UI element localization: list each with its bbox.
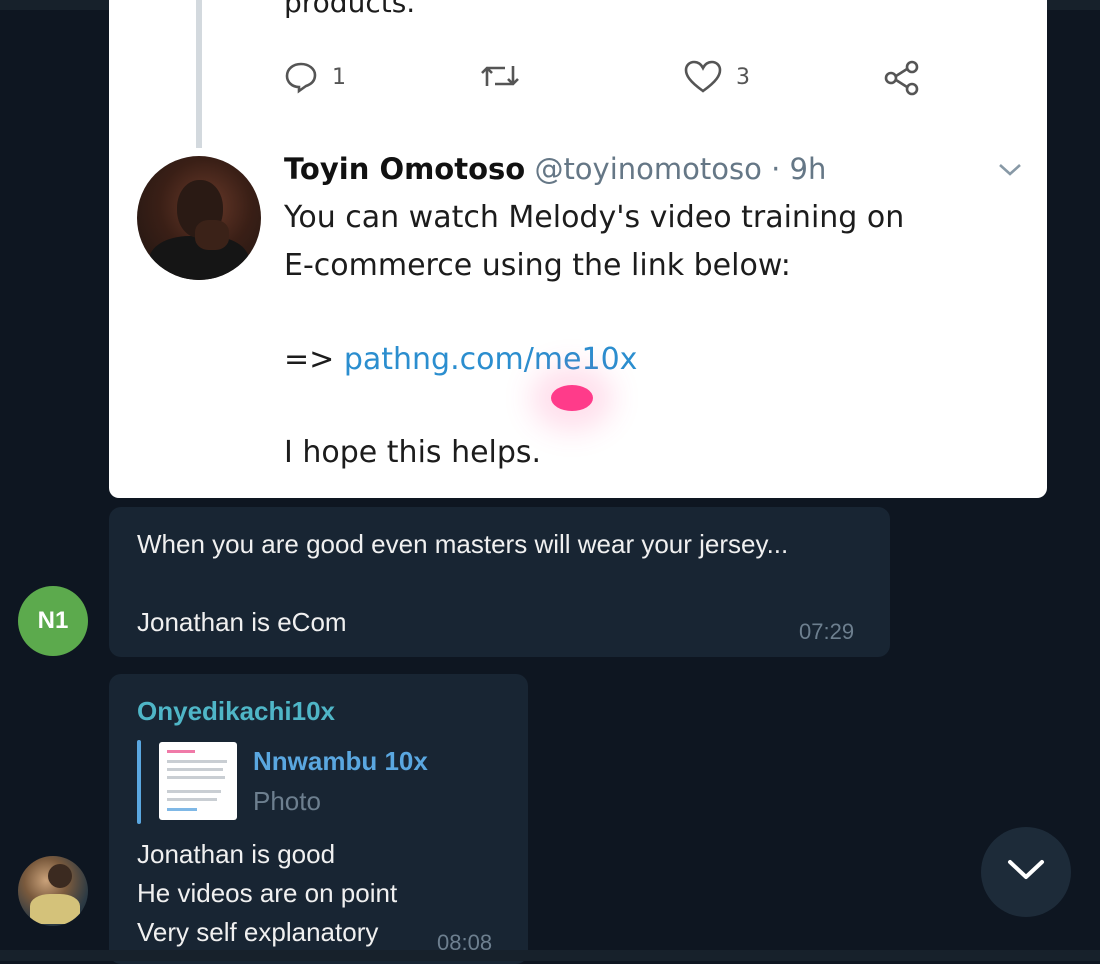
reply-count: 1 xyxy=(332,64,346,90)
tweet-screenshot-image[interactable]: products. 1 3 Toyin Omotoso @toyinomotos… xyxy=(109,0,1047,498)
scroll-down-icon xyxy=(1006,858,1046,887)
avatar[interactable] xyxy=(18,856,88,926)
sender-name[interactable]: Onyedikachi10x xyxy=(137,696,335,727)
avatar[interactable]: N1 xyxy=(18,586,88,656)
tweet-actions: 1 3 xyxy=(284,60,924,100)
message-text-line: Very self explanatory xyxy=(137,917,379,947)
retweet-action xyxy=(479,60,521,92)
message-text-line: Jonathan is good xyxy=(137,839,336,869)
tweet-time: · 9h xyxy=(771,152,827,186)
message-bubble[interactable]: When you are good even masters will wear… xyxy=(109,507,890,657)
reply-type: Photo xyxy=(253,786,321,816)
previous-tweet-text: products. xyxy=(284,0,416,19)
tweet-author-handle: @toyinomotoso xyxy=(534,152,762,186)
tweet-header: Toyin Omotoso @toyinomotoso · 9h xyxy=(284,152,826,186)
chevron-down-icon xyxy=(997,162,1023,182)
reply-author: Nnwambu 10x xyxy=(253,746,428,776)
tweet-text-line-2: E-commerce using the link below: xyxy=(284,248,791,283)
message-text-line: He videos are on point xyxy=(137,878,398,908)
tweet-author-avatar xyxy=(137,156,261,280)
touch-highlight xyxy=(551,385,593,411)
tweet-link-line: => pathng.com/me10x xyxy=(284,342,637,377)
message-time: 07:29 xyxy=(799,619,855,644)
tweet-arrow: => xyxy=(284,342,335,377)
bottom-bar xyxy=(0,950,1100,961)
reply-preview[interactable]: Nnwambu 10x Photo xyxy=(137,740,477,824)
reply-icon xyxy=(284,60,318,94)
tweet-text-line-1: You can watch Melody's video training on xyxy=(284,200,905,235)
share-icon xyxy=(882,60,922,96)
message-text-line: Jonathan is eCom xyxy=(137,607,347,637)
tweet-link: pathng.com/me10x xyxy=(343,342,638,377)
tweet-author-name: Toyin Omotoso xyxy=(284,152,526,186)
retweet-icon xyxy=(479,60,521,92)
reply-action: 1 xyxy=(284,60,346,94)
reply-thumbnail xyxy=(159,742,237,820)
thread-line xyxy=(196,0,202,148)
message-text-line: When you are good even masters will wear… xyxy=(137,529,789,559)
scroll-down-button[interactable] xyxy=(981,827,1071,917)
share-action xyxy=(882,60,922,96)
like-icon xyxy=(684,60,722,94)
like-count: 3 xyxy=(736,64,750,90)
reply-bar xyxy=(137,740,141,824)
message-bubble[interactable]: Onyedikachi10x Nnwambu 10x Photo Jonatha… xyxy=(109,674,528,964)
like-action: 3 xyxy=(684,60,750,94)
tweet-closing-text: I hope this helps. xyxy=(284,435,542,470)
